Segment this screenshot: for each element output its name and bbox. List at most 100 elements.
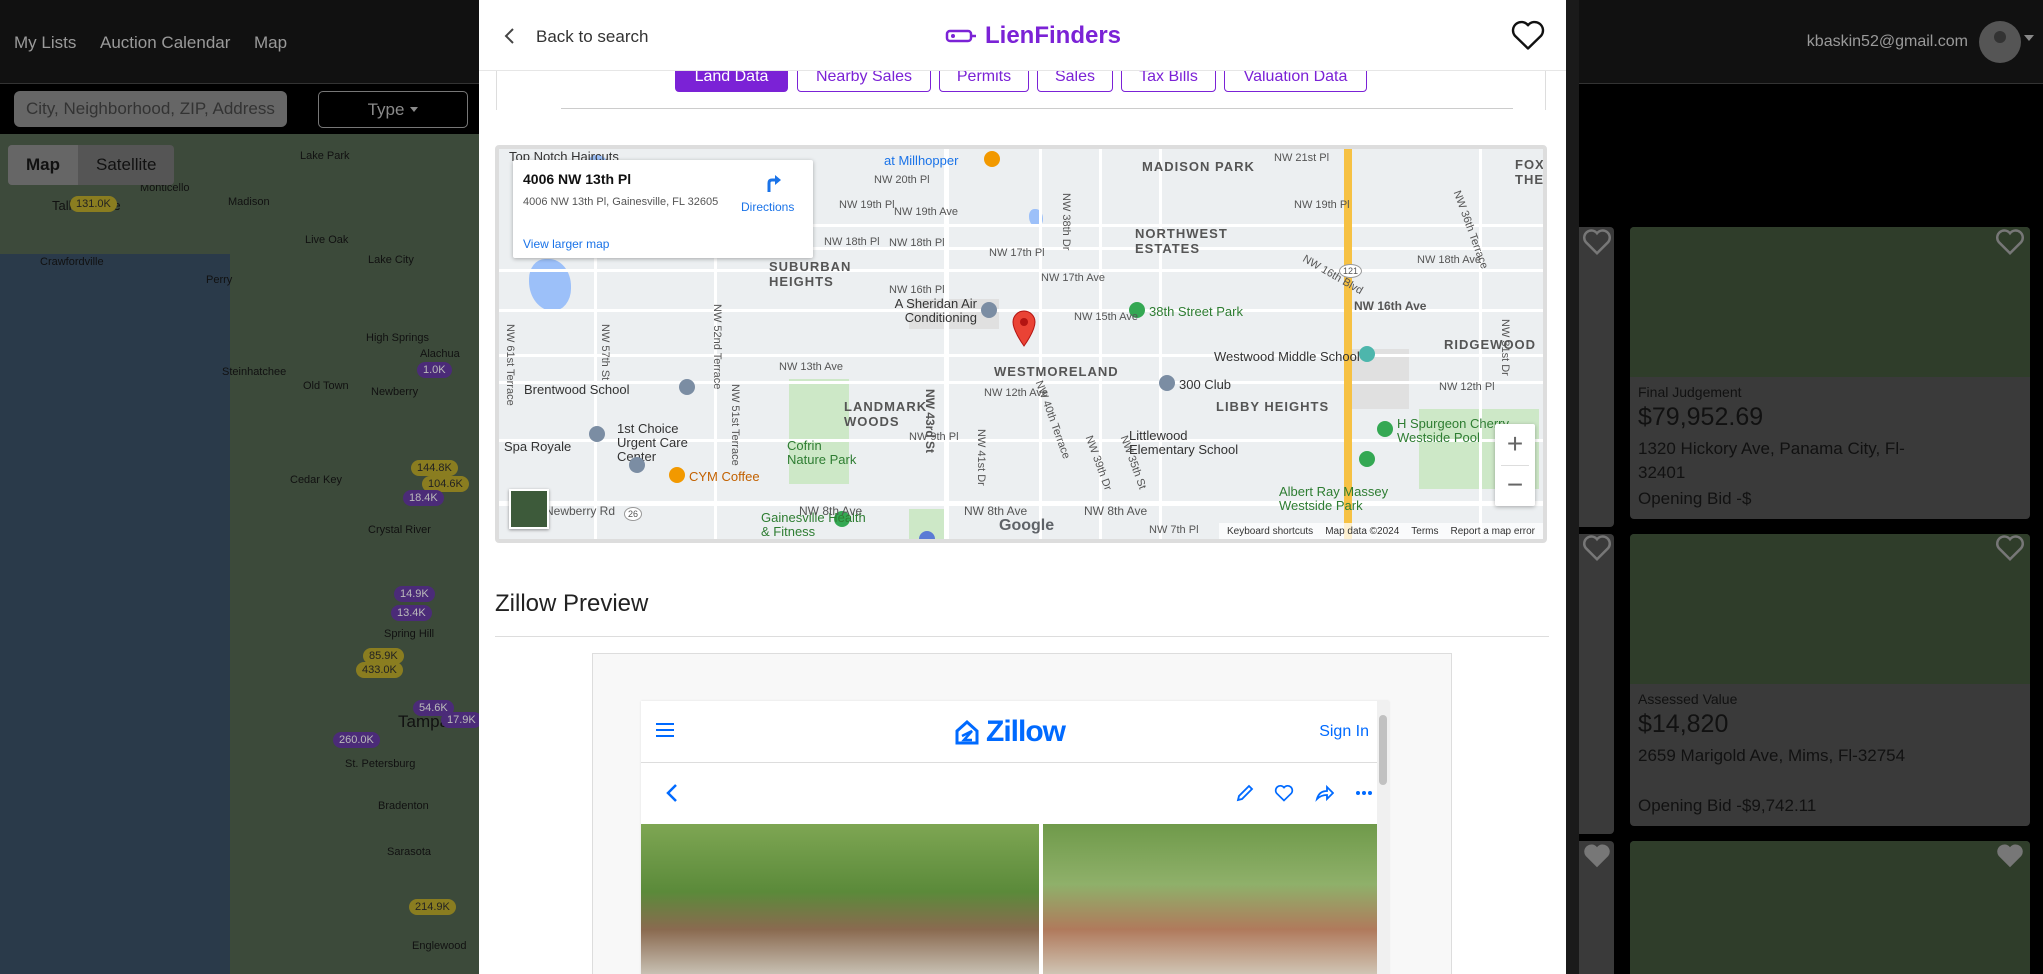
nav-auction-calendar[interactable]: Auction Calendar [100,33,230,53]
zillow-embedded-page[interactable]: Zillow Sign In [641,701,1389,974]
poi-label[interactable]: 300 Club [1179,377,1231,392]
map-cluster[interactable]: 1.0K [417,362,452,378]
favorite-heart-icon[interactable] [1510,18,1546,52]
map-place: Madison [228,196,270,208]
map-cluster[interactable]: 13.4K [391,605,432,621]
cafe-marker-icon[interactable] [669,467,685,483]
map-place: Bradenton [378,800,429,812]
map-cluster[interactable]: 144.8K [411,460,458,476]
scrollbar-thumb[interactable] [1379,715,1387,785]
chevron-down-icon [410,107,419,112]
zillow-logo[interactable]: Zillow [954,715,1066,749]
location-pin-icon[interactable] [1011,309,1037,347]
map-cluster[interactable]: 17.9K [441,712,480,728]
poi-marker-icon[interactable] [589,426,605,442]
street-label: NW 8th Ave [1084,504,1148,518]
map-cluster[interactable]: 131.0K [70,196,117,212]
poi-label[interactable]: Spa Royale [504,439,571,454]
map-cluster[interactable]: 18.4K [403,490,444,506]
property-photo[interactable] [1043,824,1389,974]
heart-icon[interactable] [1582,842,1612,870]
share-icon[interactable] [1314,783,1334,803]
scrollbar[interactable] [1377,701,1389,974]
zillow-sign-in-link[interactable]: Sign In [1319,723,1369,741]
user-email[interactable]: kbaskin52@gmail.com [1807,33,1968,51]
heart-icon[interactable] [1995,534,2025,562]
keyboard-shortcuts-link[interactable]: Keyboard shortcuts [1227,526,1313,537]
school-marker-icon[interactable] [679,379,695,395]
street-label: NW 15th Ave [1074,311,1138,323]
poi-label[interactable]: Brentwood School [524,382,630,397]
poi-marker-icon[interactable] [984,151,1000,167]
heart-icon[interactable] [1274,783,1294,803]
heart-icon[interactable] [1995,228,2025,256]
property-detail-modal: Back to search LienFinders Land Data Nea… [479,0,1566,974]
directions-link[interactable]: Directions [741,200,794,214]
map-place: Cedar Key [290,474,342,486]
map-place: Live Oak [305,234,349,246]
poi-marker-icon[interactable] [919,531,935,539]
more-options-icon[interactable] [1354,783,1374,803]
map-cluster[interactable]: 14.9K [394,586,435,602]
street-label: NW 17th Ave [1041,272,1105,284]
listing-amount: $79,952.69 [1638,403,1764,431]
map-toggle-satellite[interactable]: Satellite [78,145,174,185]
background-map[interactable]: Lake Park Monticello Madison Live Oak La… [0,134,480,974]
poi-marker-icon[interactable] [629,457,645,473]
poi-label[interactable]: 38th Street Park [1149,304,1243,319]
heart-icon[interactable] [1995,842,2025,870]
listing-card[interactable]: Final Judgement $79,952.69 1320 Hickory … [1630,227,2030,519]
street-label: NW 7th Pl [1149,524,1199,536]
map-place: Crystal River [368,524,431,536]
street [499,269,1543,272]
listing-card[interactable] [1630,841,2030,974]
back-to-search-link[interactable]: Back to search [536,27,648,47]
park-marker-icon[interactable] [1359,451,1375,467]
type-filter-button[interactable]: Type [318,91,468,128]
street-label: NW 51st Terrace [729,384,741,466]
chevron-left-icon[interactable] [665,783,679,803]
zillow-house-icon [955,719,979,745]
listing-card[interactable]: Assessed Value $14,820 2659 Marigold Ave… [1630,534,2030,826]
avatar[interactable] [1979,21,2021,63]
satellite-view-toggle[interactable] [509,489,549,529]
terms-link[interactable]: Terms [1411,526,1438,537]
search-input[interactable] [14,91,287,127]
poi-label[interactable]: Albert Ray Massey Westside Park [1279,485,1429,513]
directions-icon[interactable] [761,172,783,194]
street-label: NW 31st Dr [1499,319,1511,376]
zoom-in-button[interactable]: + [1495,424,1535,464]
map-cluster[interactable]: 433.0K [356,662,403,678]
poi-label[interactable]: Westwood Middle School [1214,349,1360,364]
park-marker-icon[interactable] [1377,421,1393,437]
map-cluster[interactable]: 214.9K [409,899,456,915]
nav-my-lists[interactable]: My Lists [14,33,76,53]
menu-icon[interactable] [656,723,674,738]
edit-pencil-icon[interactable] [1235,783,1255,803]
poi-label[interactable]: A Sheridan Air Conditioning [887,297,977,325]
modal-scrollbar[interactable] [1566,0,1579,974]
map-cluster[interactable]: 260.0K [333,732,380,748]
map-type-toggle: Map Satellite [8,145,175,185]
poi-marker-icon[interactable] [981,302,997,318]
chevron-left-icon[interactable] [501,26,519,46]
report-map-error-link[interactable]: Report a map error [1451,526,1535,537]
zoom-out-button[interactable]: − [1495,465,1535,505]
brand-logo[interactable]: LienFinders [945,22,1121,50]
poi-label[interactable]: Littlewood Elementary School [1129,429,1249,457]
google-map-embed[interactable]: MADISON PARK NORTHWEST ESTATES SUBURBAN … [495,145,1547,543]
poi-label[interactable]: at Millhopper [884,153,958,168]
map-park-area [789,379,849,484]
school-marker-icon[interactable] [1359,346,1375,362]
view-larger-map-link[interactable]: View larger map [523,237,609,251]
poi-label[interactable]: CYM Coffee [689,469,760,484]
map-toggle-map[interactable]: Map [8,145,78,185]
map-place: Lake City [368,254,414,266]
poi-marker-icon[interactable] [1159,375,1175,391]
poi-label[interactable]: Cofrin Nature Park [787,439,857,467]
heart-icon[interactable] [1582,228,1612,256]
property-photo[interactable] [641,824,1039,974]
chevron-down-icon[interactable] [2024,35,2034,41]
heart-icon[interactable] [1582,534,1612,562]
nav-map[interactable]: Map [254,33,287,53]
